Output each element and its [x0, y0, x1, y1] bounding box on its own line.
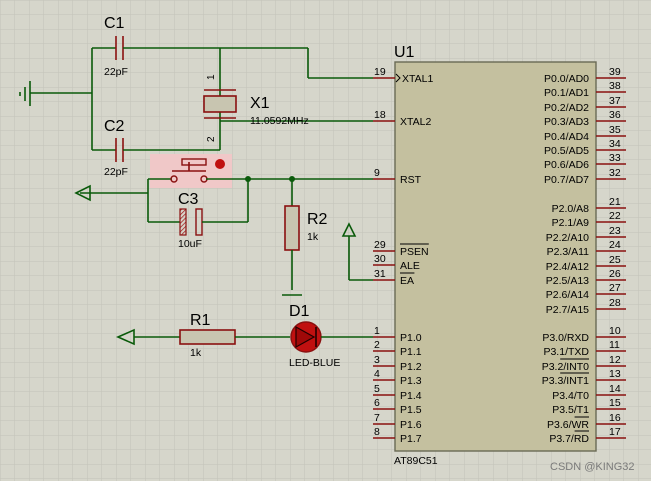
pin-number: 16 [609, 412, 621, 424]
pin-number: 28 [609, 297, 621, 309]
pin-name: P1.6 [400, 419, 422, 431]
pin-number: 39 [609, 66, 621, 78]
pin-name: P2.2/A10 [546, 232, 589, 244]
pin-name: P1.1 [400, 346, 422, 358]
pin-name: P2.1/A9 [552, 217, 590, 229]
pin-number: 13 [609, 368, 621, 380]
x1-pin-2: 2 [206, 136, 217, 142]
pin-name: P1.7 [400, 433, 422, 445]
pin-number: 23 [609, 225, 621, 237]
u1-part: AT89C51 [394, 455, 438, 467]
r1-ref: R1 [190, 312, 211, 329]
pin-name: P3.5/T1 [552, 404, 589, 416]
pin-number: 37 [609, 95, 621, 107]
pin-number: 3 [374, 354, 380, 366]
pin-name: P1.0 [400, 332, 422, 344]
pin-name: EA [400, 275, 414, 287]
pin-number: 27 [609, 282, 621, 294]
x1-pin-1: 1 [206, 74, 217, 80]
pin-number: 17 [609, 426, 621, 438]
pin-number: 8 [374, 426, 380, 438]
pin-name: P1.3 [400, 375, 422, 387]
schematic-canvas[interactable]: C1 22pF C2 22pF 1 2 X1 11.0592MHz C3 10u… [0, 0, 651, 481]
pin-name: P0.6/AD6 [544, 159, 589, 171]
pin-number: 4 [374, 368, 380, 380]
pin-number: 38 [609, 80, 621, 92]
pin-name: P2.6/A14 [546, 289, 589, 301]
pin-number: 12 [609, 354, 621, 366]
pin-number: 31 [374, 268, 386, 280]
pin-number: 32 [609, 167, 621, 179]
pin-number: 33 [609, 152, 621, 164]
pin-number: 1 [374, 325, 380, 337]
pin-number: 35 [609, 124, 621, 136]
pin-number: 34 [609, 138, 621, 150]
pin-name: P2.4/A12 [546, 261, 589, 273]
pin-name: P3.7/RD [549, 433, 589, 445]
pin-number: 21 [609, 196, 621, 208]
pin-number: 26 [609, 268, 621, 280]
pin-number: 2 [374, 339, 380, 351]
c1-value: 22pF [104, 66, 128, 78]
pin-name: ALE [400, 260, 420, 272]
pin-name: P0.2/AD2 [544, 102, 589, 114]
pin-name: P0.4/AD4 [544, 131, 589, 143]
c3-ref: C3 [178, 191, 199, 208]
pin-name: P3.4/T0 [552, 390, 589, 402]
pin-number: 11 [609, 339, 620, 351]
pin-number: 19 [374, 66, 386, 78]
pin-number: 15 [609, 397, 621, 409]
pin-name: P3.2/INT0 [542, 361, 589, 373]
pin-name: P1.4 [400, 390, 422, 402]
pin-name: P1.5 [400, 404, 422, 416]
c1-ref: C1 [104, 15, 125, 32]
pin-name: RST [400, 174, 422, 186]
pin-name: P3.0/RXD [542, 332, 589, 344]
pin-number: 36 [609, 109, 621, 121]
x1-value: 11.0592MHz [250, 115, 309, 127]
c2-value: 22pF [104, 166, 128, 178]
pin-name: P3.1/TXD [543, 346, 589, 358]
pin-number: 6 [374, 397, 380, 409]
pin-name: P1.2 [400, 361, 422, 373]
pin-name: P2.3/A11 [547, 246, 590, 258]
pin-name: P3.3/INT1 [542, 375, 589, 387]
pin-name: XTAL2 [400, 116, 431, 128]
c3-value: 10uF [178, 238, 202, 250]
pin-number: 30 [374, 253, 386, 265]
u1-chip[interactable]: U1 AT89C51 19XTAL118XTAL29RST29PSEN30ALE… [373, 44, 626, 467]
r1-value: 1k [190, 347, 202, 359]
pin-name: P0.1/AD1 [544, 87, 589, 99]
pin-number: 25 [609, 254, 621, 266]
c2-ref: C2 [104, 118, 125, 135]
pin-number: 29 [374, 239, 386, 251]
pin-name: P0.5/AD5 [544, 145, 589, 157]
pin-number: 18 [374, 109, 386, 121]
x1-ref: X1 [250, 95, 270, 112]
d1-value: LED-BLUE [289, 357, 340, 369]
pin-name: P2.0/A8 [552, 203, 590, 215]
pin-name: P0.3/AD3 [544, 116, 589, 128]
pin-name: PSEN [400, 246, 429, 258]
pin-name: P2.5/A13 [546, 275, 589, 287]
u1-ref: U1 [394, 44, 415, 61]
pin-number: 9 [374, 167, 380, 179]
pin-name: P2.7/A15 [546, 304, 589, 316]
pin-number: 7 [374, 412, 380, 424]
pin-name: P0.0/AD0 [544, 73, 589, 85]
pin-name: P3.6/WR [547, 419, 589, 431]
r2-ref: R2 [307, 211, 328, 228]
pin-number: 10 [609, 325, 621, 337]
r2-value: 1k [307, 231, 319, 243]
pin-name: P0.7/AD7 [544, 174, 589, 186]
pin-number: 24 [609, 239, 621, 251]
pin-number: 5 [374, 383, 380, 395]
d1-ref: D1 [289, 303, 310, 320]
pin-number: 14 [609, 383, 621, 395]
pin-number: 22 [609, 210, 621, 222]
pin-name: XTAL1 [402, 73, 433, 85]
watermark: CSDN @KING32 [550, 461, 635, 473]
